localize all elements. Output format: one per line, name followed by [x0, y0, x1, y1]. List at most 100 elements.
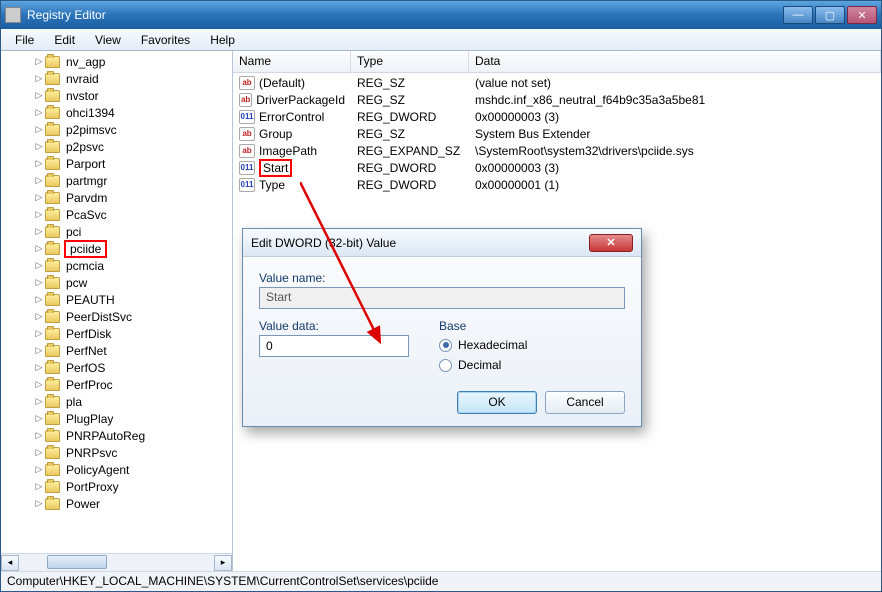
tree-item-power[interactable]: ▷Power	[11, 495, 232, 512]
scroll-thumb[interactable]	[47, 555, 107, 569]
expand-icon[interactable]: ▷	[33, 464, 45, 476]
expand-icon[interactable]: ▷	[33, 447, 45, 459]
value-data-label: Value data:	[259, 319, 409, 333]
value-row[interactable]: ab(Default)REG_SZ(value not set)	[233, 74, 881, 91]
expand-icon[interactable]: ▷	[33, 498, 45, 510]
expand-icon[interactable]: ▷	[33, 345, 45, 357]
expand-icon[interactable]: ▷	[33, 362, 45, 374]
expand-icon[interactable]: ▷	[33, 260, 45, 272]
value-data: 0x00000003 (3)	[469, 110, 881, 124]
dialog-titlebar[interactable]: Edit DWORD (32-bit) Value ✕	[243, 229, 641, 257]
tree-item-perfos[interactable]: ▷ PerfOS	[11, 359, 232, 376]
close-button[interactable]: ✕	[847, 6, 877, 24]
col-data[interactable]: Data	[469, 51, 881, 72]
expand-icon[interactable]: ▷	[33, 277, 45, 289]
expand-icon[interactable]: ▷	[33, 243, 45, 255]
tree-item-pcmcia[interactable]: ▷pcmcia	[11, 257, 232, 274]
expand-icon[interactable]: ▷	[33, 192, 45, 204]
expand-icon[interactable]: ▷	[33, 226, 45, 238]
ok-button[interactable]: OK	[457, 391, 537, 414]
expand-icon[interactable]: ▷	[33, 379, 45, 391]
tree-item-parvdm[interactable]: ▷Parvdm	[11, 189, 232, 206]
tree-item-ohci1394[interactable]: ▷ohci1394	[11, 104, 232, 121]
expand-icon[interactable]: ▷	[33, 209, 45, 221]
value-type: REG_EXPAND_SZ	[351, 144, 469, 158]
tree-item-portproxy[interactable]: ▷PortProxy	[11, 478, 232, 495]
tree-item-pnrpsvc[interactable]: ▷PNRPsvc	[11, 444, 232, 461]
expand-icon[interactable]: ▷	[33, 311, 45, 323]
value-data-input[interactable]	[259, 335, 409, 357]
horizontal-scrollbar[interactable]: ◂ ▸	[1, 553, 232, 571]
expand-icon[interactable]: ▷	[33, 141, 45, 153]
value-row[interactable]: 011ErrorControlREG_DWORD0x00000003 (3)	[233, 108, 881, 125]
folder-icon	[45, 430, 60, 442]
tree-item-pci[interactable]: ▷pci	[11, 223, 232, 240]
tree-item-perfproc[interactable]: ▷PerfProc	[11, 376, 232, 393]
tree-item-peerdistsvc[interactable]: ▷PeerDistSvc	[11, 308, 232, 325]
minimize-button[interactable]: —	[783, 6, 813, 24]
tree-item-pnrpautoreg[interactable]: ▷ PNRPAutoReg	[11, 427, 232, 444]
menu-file[interactable]: File	[5, 31, 44, 49]
col-name[interactable]: Name	[233, 51, 351, 72]
tree-item-perfnet[interactable]: ▷PerfNet	[11, 342, 232, 359]
tree-item-pcasvc[interactable]: ▷PcaSvc	[11, 206, 232, 223]
value-row[interactable]: abDriverPackageIdREG_SZmshdc.inf_x86_neu…	[233, 91, 881, 108]
expand-icon[interactable]: ▷	[33, 430, 45, 442]
tree-label: PerfOS	[64, 361, 107, 375]
dialog-body: Value name: Start Value data: Base Hexad…	[243, 257, 641, 426]
scroll-track[interactable]	[19, 555, 214, 571]
scroll-left-button[interactable]: ◂	[1, 555, 19, 571]
reg-sz-icon: ab	[239, 93, 252, 107]
menu-help[interactable]: Help	[200, 31, 245, 49]
tree-item-pla[interactable]: ▷pla	[11, 393, 232, 410]
value-row[interactable]: abGroupREG_SZSystem Bus Extender	[233, 125, 881, 142]
dialog-close-button[interactable]: ✕	[589, 234, 633, 252]
expand-icon[interactable]: ▷	[33, 413, 45, 425]
tree-item-p2psvc[interactable]: ▷p2psvc	[11, 138, 232, 155]
expand-icon[interactable]: ▷	[33, 175, 45, 187]
menu-favorites[interactable]: Favorites	[131, 31, 200, 49]
expand-icon[interactable]: ▷	[33, 90, 45, 102]
expand-icon[interactable]: ▷	[33, 124, 45, 136]
value-list[interactable]: ab(Default)REG_SZ(value not set)abDriver…	[233, 73, 881, 194]
value-type: REG_DWORD	[351, 110, 469, 124]
value-row[interactable]: abImagePathREG_EXPAND_SZ\SystemRoot\syst…	[233, 142, 881, 159]
tree-item-nvstor[interactable]: ▷nvstor	[11, 87, 232, 104]
col-type[interactable]: Type	[351, 51, 469, 72]
tree-item-peauth[interactable]: ▷PEAUTH	[11, 291, 232, 308]
radio-dec-row[interactable]: Decimal	[439, 358, 527, 372]
expand-icon[interactable]: ▷	[33, 107, 45, 119]
maximize-button[interactable]: ▢	[815, 6, 845, 24]
cancel-button[interactable]: Cancel	[545, 391, 625, 414]
radio-hex-row[interactable]: Hexadecimal	[439, 338, 527, 352]
tree-item-perfdisk[interactable]: ▷PerfDisk	[11, 325, 232, 342]
value-type: REG_SZ	[351, 93, 469, 107]
radio-hex[interactable]	[439, 339, 452, 352]
expand-icon[interactable]: ▷	[33, 294, 45, 306]
tree-item-nvraid[interactable]: ▷nvraid	[11, 70, 232, 87]
radio-dec[interactable]	[439, 359, 452, 372]
tree-item-plugplay[interactable]: ▷PlugPlay	[11, 410, 232, 427]
value-row[interactable]: 011TypeREG_DWORD0x00000001 (1)	[233, 176, 881, 193]
menu-view[interactable]: View	[85, 31, 131, 49]
value-row[interactable]: 011StartREG_DWORD0x00000003 (3)	[233, 159, 881, 176]
scroll-right-button[interactable]: ▸	[214, 555, 232, 571]
menu-edit[interactable]: Edit	[44, 31, 85, 49]
tree-item-parport[interactable]: ▷Parport	[11, 155, 232, 172]
expand-icon[interactable]: ▷	[33, 158, 45, 170]
expand-icon[interactable]: ▷	[33, 328, 45, 340]
tree-item-pciide[interactable]: ▷pciide	[11, 240, 232, 257]
tree-label: PNRPAutoReg	[64, 429, 147, 443]
expand-icon[interactable]: ▷	[33, 56, 45, 68]
tree[interactable]: ▷nv_agp▷nvraid▷nvstor▷ohci1394▷p2pimsvc▷…	[1, 51, 232, 512]
expand-icon[interactable]: ▷	[33, 481, 45, 493]
tree-item-p2pimsvc[interactable]: ▷p2pimsvc	[11, 121, 232, 138]
expand-icon[interactable]: ▷	[33, 396, 45, 408]
tree-item-pcw[interactable]: ▷ pcw	[11, 274, 232, 291]
tree-item-partmgr[interactable]: ▷partmgr	[11, 172, 232, 189]
expand-icon[interactable]: ▷	[33, 73, 45, 85]
tree-item-policyagent[interactable]: ▷PolicyAgent	[11, 461, 232, 478]
titlebar[interactable]: Registry Editor — ▢ ✕	[1, 1, 881, 29]
tree-item-nv_agp[interactable]: ▷nv_agp	[11, 53, 232, 70]
tree-label: pcw	[64, 276, 89, 290]
